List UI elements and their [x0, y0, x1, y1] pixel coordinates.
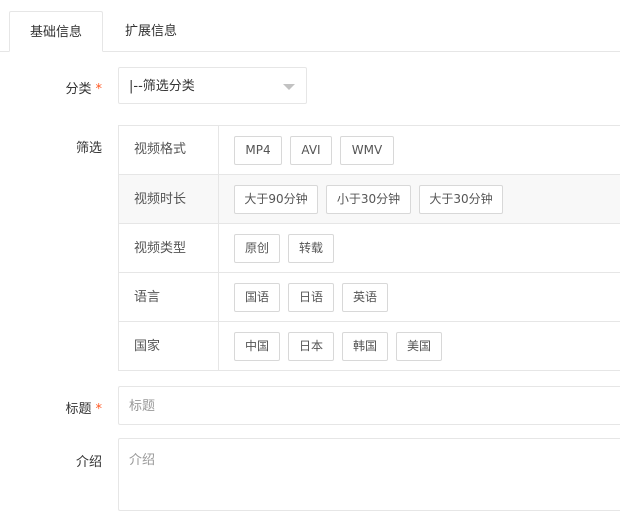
- filter-option-mp4[interactable]: MP4: [234, 136, 282, 165]
- intro-label: 介绍: [76, 451, 102, 470]
- filter-option-usa[interactable]: 美国: [396, 332, 442, 361]
- filter-row-name: 语言: [134, 290, 161, 305]
- filter-row-format: 视频格式 MP4 AVI WMV: [119, 126, 620, 174]
- filter-row-separator: [218, 126, 219, 174]
- filter-label-text: 筛选: [75, 141, 102, 156]
- filter-row-name: 视频格式: [134, 142, 187, 157]
- filter-row-separator: [218, 322, 219, 370]
- category-label: 分类 *: [65, 78, 102, 97]
- filter-option-over-30[interactable]: 大于30分钟: [419, 185, 503, 214]
- filter-option-repost[interactable]: 转载: [288, 234, 334, 263]
- filter-row-type: 视频类型 原创 转载: [119, 223, 620, 272]
- filter-option-korea[interactable]: 韩国: [342, 332, 388, 361]
- filter-option-under-30[interactable]: 小于30分钟: [326, 185, 411, 214]
- intro-textarea-placeholder: 介绍: [129, 453, 156, 468]
- title-label-text: 标题: [65, 402, 92, 417]
- filter-row-name: 视频时长: [134, 192, 187, 207]
- filter-table: 视频格式 MP4 AVI WMV 视频时长 大于90分钟 小于30分钟 大于30…: [118, 125, 620, 371]
- filter-row-separator: [218, 175, 219, 223]
- category-select-value: |--筛选分类: [129, 79, 195, 94]
- intro-textarea[interactable]: 介绍: [118, 438, 620, 511]
- required-mark: *: [95, 82, 103, 97]
- title-label: 标题 *: [65, 398, 102, 417]
- filter-option-japan[interactable]: 日本: [288, 332, 334, 361]
- title-input-placeholder: 标题: [129, 399, 156, 414]
- filter-option-china[interactable]: 中国: [234, 332, 280, 361]
- filter-label: 筛选: [76, 137, 102, 156]
- filter-row-name: 国家: [134, 339, 161, 354]
- filter-row-duration: 视频时长 大于90分钟 小于30分钟 大于30分钟: [119, 174, 620, 223]
- filter-option-english[interactable]: 英语: [342, 283, 388, 312]
- filter-option-original[interactable]: 原创: [234, 234, 280, 263]
- category-label-text: 分类: [65, 82, 92, 97]
- tab-extended-info[interactable]: 扩展信息: [104, 11, 198, 52]
- filter-option-over-90[interactable]: 大于90分钟: [234, 185, 318, 214]
- filter-row-country: 国家 中国 日本 韩国 美国: [119, 321, 620, 370]
- filter-option-mandarin[interactable]: 国语: [234, 283, 280, 312]
- filter-option-japanese[interactable]: 日语: [288, 283, 334, 312]
- tab-bar: 基础信息 扩展信息: [0, 0, 620, 52]
- filter-row-language: 语言 国语 日语 英语: [119, 272, 620, 321]
- filter-option-avi[interactable]: AVI: [290, 136, 332, 165]
- filter-row-separator: [218, 224, 219, 272]
- intro-label-text: 介绍: [75, 455, 102, 470]
- filter-row-separator: [218, 273, 219, 321]
- tab-basic-info[interactable]: 基础信息: [9, 11, 103, 52]
- category-select[interactable]: |--筛选分类: [118, 67, 307, 104]
- filter-option-wmv[interactable]: WMV: [340, 136, 394, 165]
- caret-down-icon: [283, 84, 295, 90]
- title-input[interactable]: 标题: [118, 386, 620, 425]
- filter-row-name: 视频类型: [134, 241, 187, 256]
- required-mark: *: [95, 402, 103, 417]
